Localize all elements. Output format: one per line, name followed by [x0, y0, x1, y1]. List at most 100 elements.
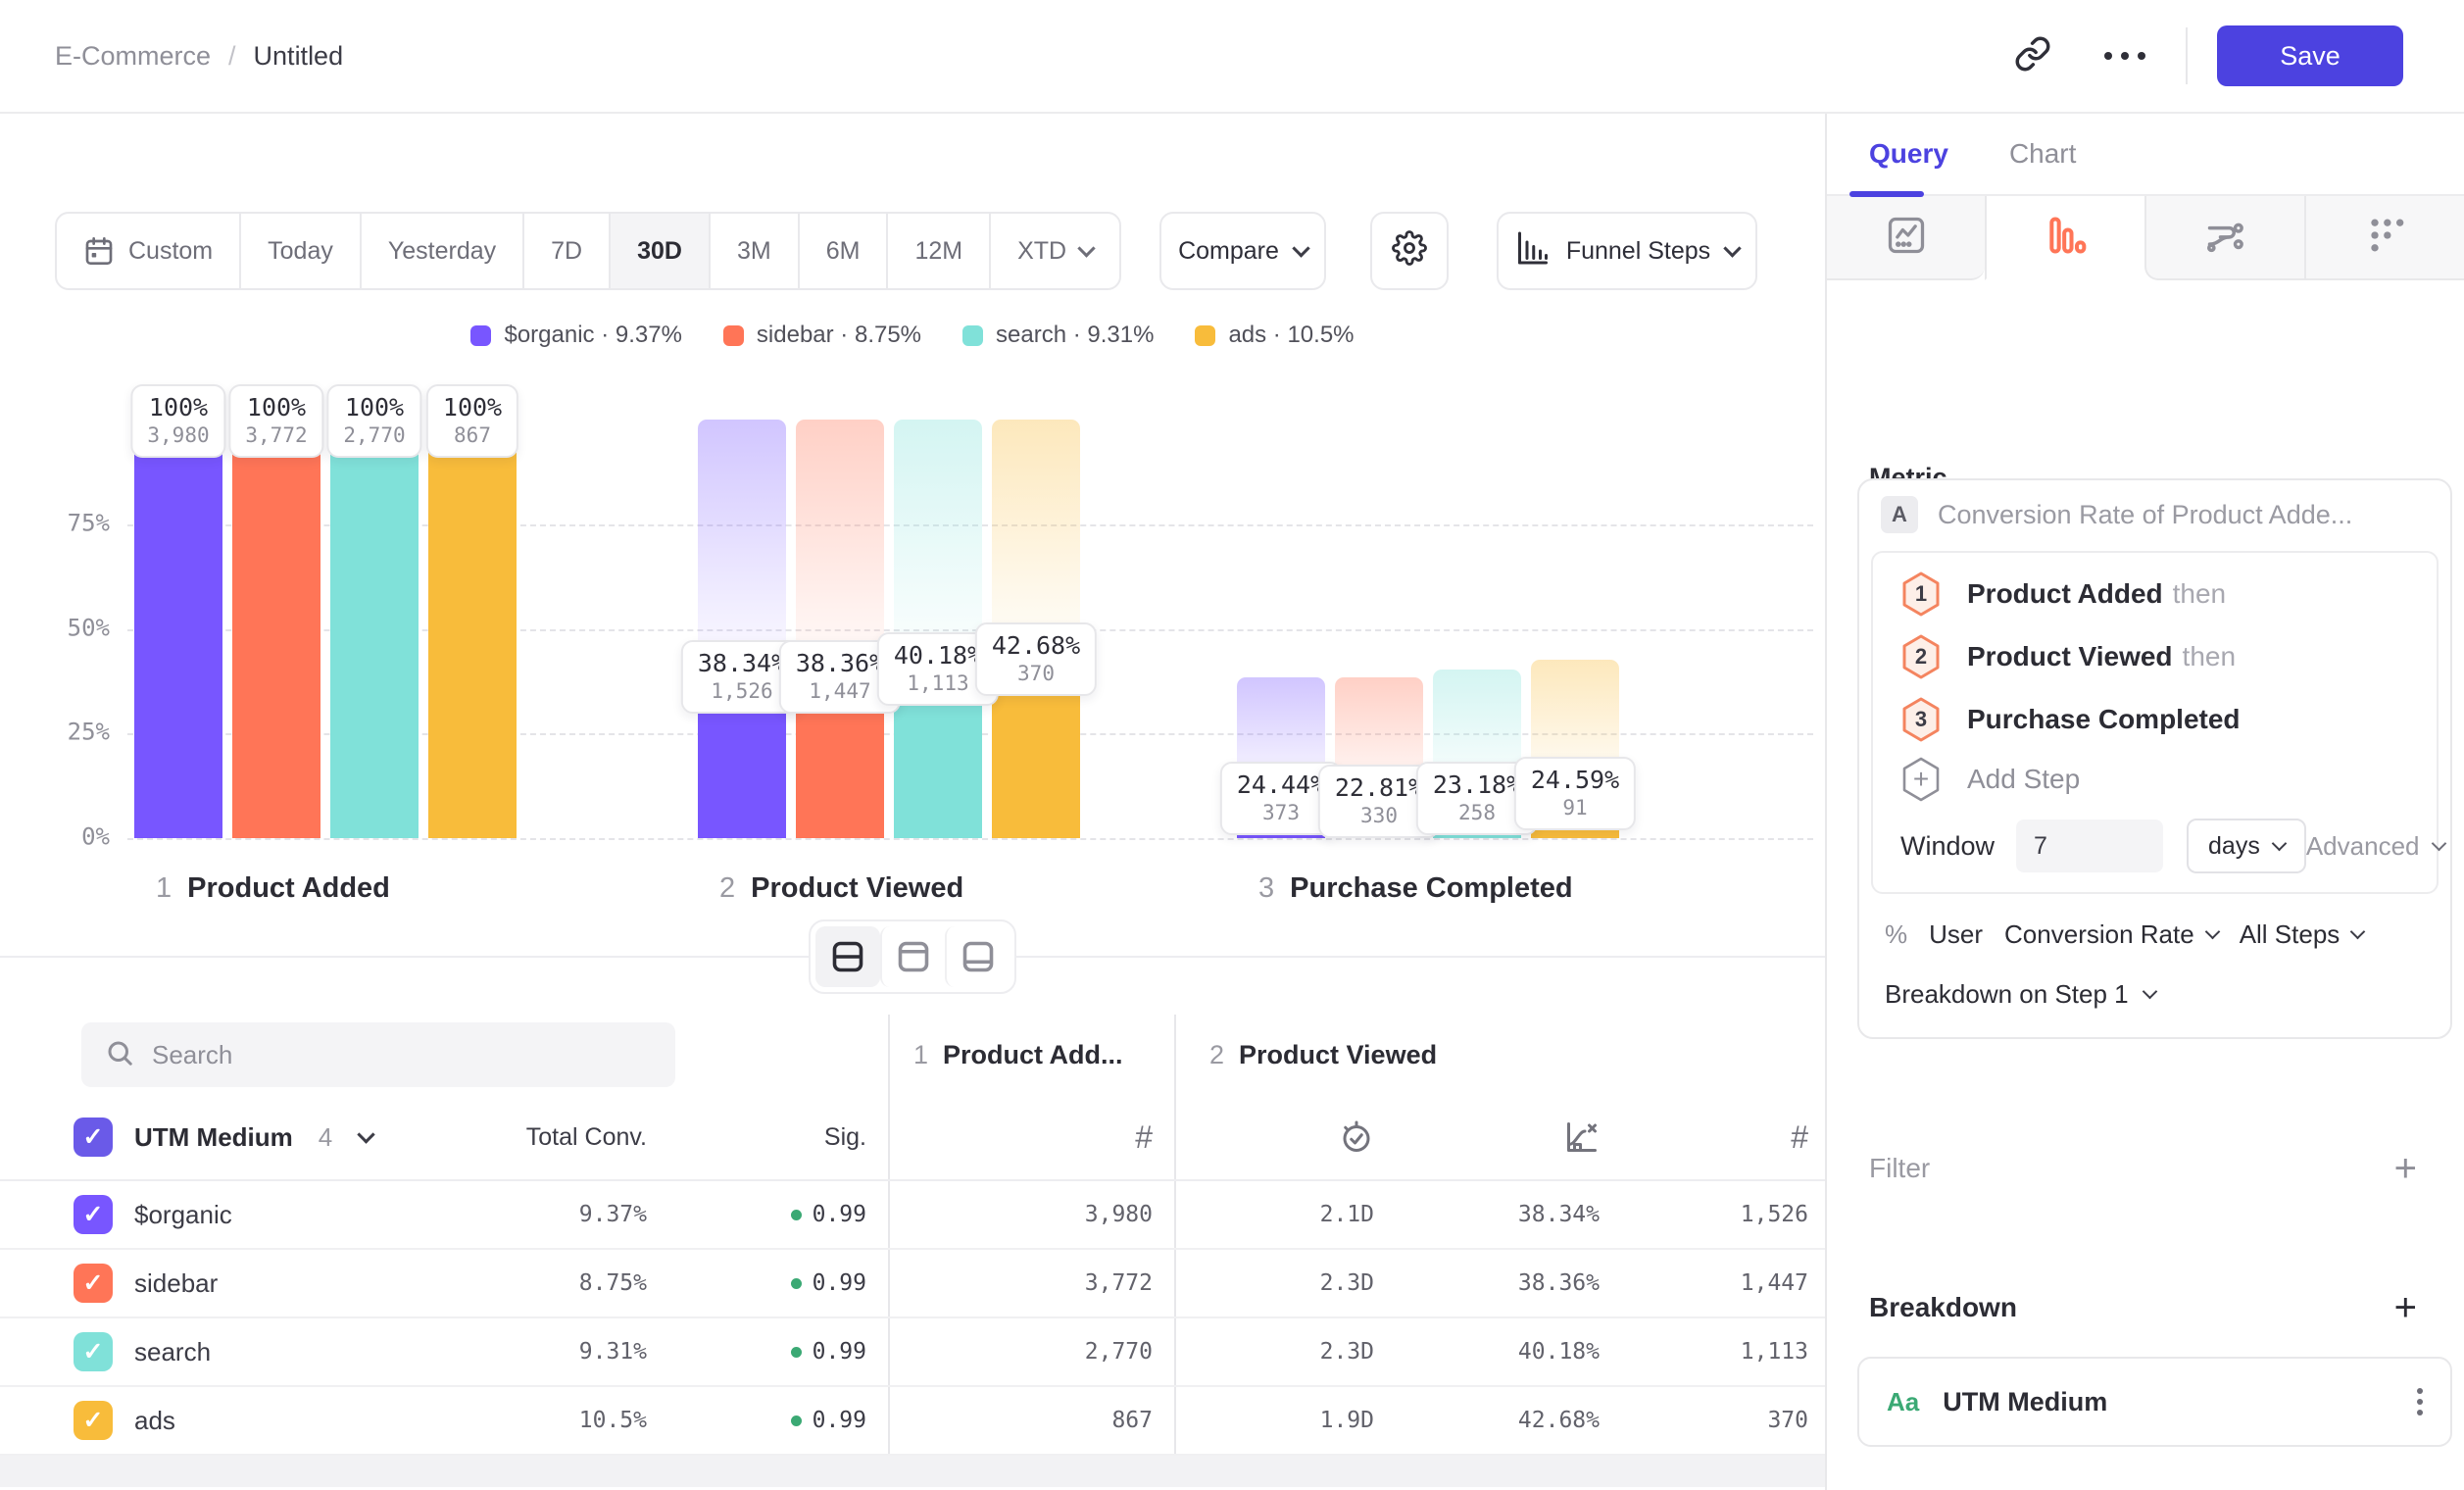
row-checkbox[interactable]: ✓	[74, 1401, 113, 1440]
significance-dot	[791, 1416, 802, 1426]
advanced-toggle[interactable]: Advanced	[2306, 831, 2444, 862]
breakdown-on-step-select[interactable]: Breakdown on Step 1	[1859, 950, 2450, 1037]
table-step1-header[interactable]: 1Product Add...	[888, 1015, 1174, 1095]
count-metric-icon[interactable]: #	[1135, 1119, 1153, 1156]
top-view-icon	[896, 939, 931, 974]
filter-section: Filter +	[1869, 1149, 2417, 1188]
conversion-metric-icon[interactable]	[1374, 1119, 1600, 1155]
report-type-flows-tab[interactable]	[2144, 196, 2304, 280]
select-all-checkbox[interactable]: ✓	[74, 1118, 113, 1157]
significance-value: 0.99	[813, 1270, 866, 1296]
metric-title-row[interactable]: A Conversion Rate of Product Adde...	[1859, 480, 2450, 537]
insights-icon	[1885, 214, 1928, 262]
breadcrumb-project[interactable]: E-Commerce	[55, 41, 211, 72]
metric-badge: A	[1881, 496, 1918, 533]
funnel-bar-search-step1[interactable]	[330, 420, 419, 838]
date-range-xtd[interactable]: XTD	[989, 214, 1119, 288]
report-type-insights-tab[interactable]	[1827, 196, 1985, 280]
date-range-yesterday[interactable]: Yesterday	[360, 214, 522, 288]
chart-settings-button[interactable]	[1370, 212, 1449, 290]
avg-time-value: 2.1D	[1176, 1202, 1374, 1227]
legend-item-ads[interactable]: ads · 10.5%	[1195, 322, 1354, 349]
query-step-3[interactable]: 3Purchase Completed	[1873, 688, 2437, 751]
date-range-label: XTD	[1017, 237, 1066, 266]
calendar-icon	[83, 235, 115, 267]
measurement-label: Conversion Rate	[2004, 919, 2194, 950]
breakdown-property-card[interactable]: Aa UTM Medium	[1857, 1357, 2452, 1447]
counting-method[interactable]: User	[1929, 919, 1983, 950]
query-step-1[interactable]: 1Product Addedthen	[1873, 563, 2437, 625]
significance-value: 0.99	[813, 1408, 866, 1433]
breadcrumb-report-title[interactable]: Untitled	[254, 41, 344, 72]
y-axis-tick: 0%	[0, 823, 110, 851]
step2-count: 1,526	[1600, 1202, 1825, 1227]
compare-button[interactable]: Compare	[1159, 212, 1326, 290]
table-scrollbar-track[interactable]	[0, 1456, 1825, 1487]
share-link-button[interactable]	[2001, 25, 2064, 87]
tab-chart[interactable]: Chart	[2009, 138, 2076, 170]
report-type-funnels-tab[interactable]	[1985, 196, 2144, 280]
query-step-2[interactable]: 2Product Viewedthen	[1873, 625, 2437, 688]
value-label-ads-step3: 24.59%91	[1514, 757, 1636, 830]
add-breakdown-button[interactable]: +	[2394, 1288, 2417, 1327]
report-type-tabs	[1827, 196, 2464, 280]
add-step-hexagon-icon: +	[1900, 757, 1942, 802]
window-value-input[interactable]	[2016, 820, 2163, 872]
avg-time-metric-icon[interactable]	[1176, 1119, 1374, 1155]
steps-scope-select[interactable]: All Steps	[2240, 919, 2364, 950]
add-step-button[interactable]: + Add Step	[1873, 751, 2437, 808]
table-row-ads[interactable]: ✓ads10.5%0.998671.9D42.68%370	[0, 1387, 1825, 1456]
value-label-sidebar-step1: 100%3,772	[228, 384, 323, 458]
sig-column-header[interactable]: Sig.	[824, 1123, 866, 1152]
table-step2-header[interactable]: 2Product Viewed	[1174, 1015, 1825, 1095]
step-event-name: Product Viewed	[1967, 641, 2173, 671]
more-menu-button[interactable]	[2094, 25, 2156, 87]
breakdown-column-header[interactable]: UTM Medium	[134, 1122, 293, 1153]
window-unit-label: days	[2208, 832, 2260, 861]
funnel-bar-ads-step1[interactable]	[428, 420, 517, 838]
date-range-today[interactable]: Today	[239, 214, 360, 288]
step-axis-label-3: 3Purchase Completed	[1258, 872, 1573, 905]
tab-query[interactable]: Query	[1869, 138, 1948, 170]
search-field[interactable]	[81, 1022, 675, 1087]
kebab-menu-icon[interactable]	[2417, 1388, 2423, 1416]
step1-count: 867	[1111, 1408, 1153, 1433]
legend-item-search[interactable]: search · 9.31%	[962, 322, 1154, 349]
layout-split-button[interactable]	[815, 926, 880, 987]
funnel-bar-sidebar-step1[interactable]	[232, 420, 320, 838]
layout-table-only-button[interactable]	[945, 926, 1010, 987]
funnel-bar-organic-step1[interactable]	[134, 420, 222, 838]
date-range-12m[interactable]: 12M	[886, 214, 989, 288]
row-checkbox[interactable]: ✓	[74, 1332, 113, 1371]
chevron-down-icon	[2350, 924, 2366, 940]
add-filter-button[interactable]: +	[2394, 1149, 2417, 1188]
table-row-organic[interactable]: ✓$organic9.37%0.993,9802.1D38.34%1,526	[0, 1181, 1825, 1250]
date-range-custom[interactable]: Custom	[57, 214, 239, 288]
legend-label: search · 9.31%	[996, 322, 1154, 349]
search-input[interactable]	[152, 1040, 652, 1070]
window-unit-select[interactable]: days	[2187, 819, 2306, 873]
row-checkbox[interactable]: ✓	[74, 1264, 113, 1303]
visualization-picker-button[interactable]: Funnel Steps	[1497, 212, 1757, 290]
legend-item-organic[interactable]: $organic · 9.37%	[470, 322, 681, 349]
legend-item-sidebar[interactable]: sidebar · 8.75%	[723, 322, 921, 349]
date-range-label: 30D	[637, 237, 682, 266]
report-type-retention-tab[interactable]	[2304, 196, 2464, 280]
date-range-30d[interactable]: 30D	[609, 214, 709, 288]
row-checkbox[interactable]: ✓	[74, 1195, 113, 1234]
chevron-down-icon[interactable]	[358, 1125, 375, 1143]
table-row-sidebar[interactable]: ✓sidebar8.75%0.993,7722.3D38.36%1,447	[0, 1250, 1825, 1318]
date-range-6m[interactable]: 6M	[798, 214, 887, 288]
date-range-3m[interactable]: 3M	[709, 214, 798, 288]
layout-chart-only-button[interactable]	[880, 926, 945, 987]
value-label-ads-step1: 100%867	[426, 384, 518, 458]
count-metric-icon[interactable]: #	[1600, 1119, 1825, 1156]
measurement-select[interactable]: Conversion Rate	[2004, 919, 2218, 950]
save-button[interactable]: Save	[2217, 25, 2403, 86]
date-range-7d[interactable]: 7D	[522, 214, 609, 288]
legend-label: $organic · 9.37%	[504, 322, 681, 349]
table-search-area	[74, 1015, 888, 1095]
filter-heading: Filter	[1869, 1153, 1930, 1184]
table-row-search[interactable]: ✓search9.31%0.992,7702.3D40.18%1,113	[0, 1318, 1825, 1387]
total-conv-column-header[interactable]: Total Conv.	[482, 1123, 668, 1152]
